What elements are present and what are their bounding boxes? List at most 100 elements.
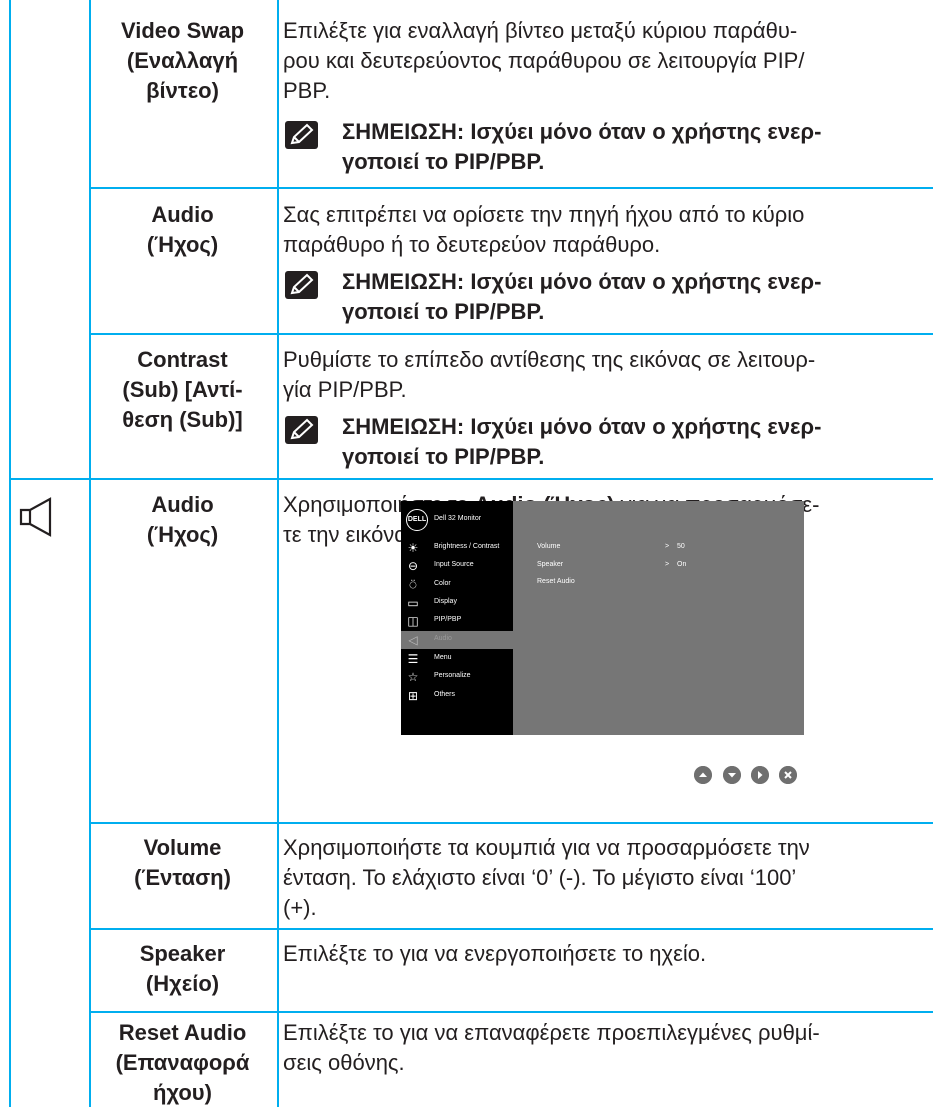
osd-menu-item-display[interactable]: ▭ Display xyxy=(401,594,513,612)
input-source-icon: ⊖ xyxy=(407,559,419,573)
audio-icon: ◁ xyxy=(408,633,418,647)
note-line: ΣΗΜΕΙΩΣΗ: Ισχύει μόνο όταν ο χρήστης ενε… xyxy=(342,414,822,439)
row-divider xyxy=(89,928,933,930)
osd-menu-label: Display xyxy=(434,598,457,605)
note-text: ΣΗΜΕΙΩΣΗ: Ισχύει μόνο όταν ο χρήστης ενε… xyxy=(342,117,922,177)
name-line: (Ένταση) xyxy=(134,865,231,890)
osd-sidebar: DELL Dell 32 Monitor ☀ Brightness / Cont… xyxy=(401,501,513,735)
note-line: γοποιεί το PIP/PBP. xyxy=(342,444,545,469)
osd-setting-label: Speaker xyxy=(537,561,564,568)
up-icon[interactable] xyxy=(694,766,712,784)
note-line: γοποιεί το PIP/PBP. xyxy=(342,149,545,174)
row-description: Επιλέξτε για εναλλαγή βίντεο μεταξύ κύρι… xyxy=(283,16,923,106)
osd-menu-item-brightness[interactable]: ☀ Brightness / Contrast xyxy=(401,539,513,557)
note-text: ΣΗΜΕΙΩΣΗ: Ισχύει μόνο όταν ο χρήστης ενε… xyxy=(342,412,922,472)
desc-line: Σας επιτρέπει να ορίσετε την πηγή ήχου α… xyxy=(283,202,805,227)
row-description: Σας επιτρέπει να ορίσετε την πηγή ήχου α… xyxy=(283,200,923,260)
name-line: (Sub) [Αντί- xyxy=(122,377,243,402)
note-pencil-icon xyxy=(285,121,318,149)
name-column-divider xyxy=(277,0,279,1107)
osd-setting-arrow: > xyxy=(665,543,670,550)
osd-menu-label: Color xyxy=(434,580,451,587)
icon-column-divider xyxy=(89,0,91,1107)
osd-menu-item-color[interactable]: ⍥ Color xyxy=(401,576,513,594)
row-divider xyxy=(9,478,933,480)
dell-logo: DELL xyxy=(406,509,428,531)
osd-setting-reset-audio[interactable]: Reset Audio xyxy=(537,578,787,590)
osd-menu-label: Brightness / Contrast xyxy=(434,543,500,550)
osd-menu-label: Personalize xyxy=(434,672,471,679)
name-line: ήχου) xyxy=(153,1080,212,1105)
name-line: (Ηχείο) xyxy=(145,971,220,996)
desc-line: Επιλέξτε το για να επαναφέρετε προεπιλεγ… xyxy=(283,1020,820,1045)
row-name: Volume (Ένταση) xyxy=(93,833,272,893)
desc-line: Χρησιμοποιήστε τα κουμπιά για να προσαρμ… xyxy=(283,835,810,860)
desc-line: ένταση. Το ελάχιστο είναι ‘0’ (-). Το μέ… xyxy=(283,865,797,890)
color-icon: ⍥ xyxy=(409,578,417,592)
osd-setting-value: 50 xyxy=(677,543,685,550)
brightness-icon: ☀ xyxy=(407,541,419,555)
name-line: Contrast xyxy=(137,347,228,372)
osd-menu-label: Audio xyxy=(434,635,452,642)
desc-line: Επιλέξτε για εναλλαγή βίντεο μεταξύ κύρι… xyxy=(283,18,798,43)
desc-line: σεις οθόνης. xyxy=(283,1050,405,1075)
name-line: (Ήχος) xyxy=(146,522,219,547)
row-description: Επιλέξτε το για να ενεργοποιήσετε το ηχε… xyxy=(283,939,923,969)
osd-menu-item-others[interactable]: ⊞ Others xyxy=(401,687,513,705)
name-line: θεση (Sub)] xyxy=(122,407,243,432)
name-line: βίντεο) xyxy=(146,78,219,103)
note-pencil-icon xyxy=(285,271,318,299)
desc-line: Επιλέξτε το για να ενεργοποιήσετε το ηχε… xyxy=(283,941,707,966)
osd-setting-speaker[interactable]: Speaker > On xyxy=(537,561,787,573)
name-line: Audio xyxy=(151,202,214,227)
row-name: Video Swap (Εναλλαγή βίντεο) xyxy=(93,16,272,106)
note-pencil-icon xyxy=(285,416,318,444)
osd-menu-item-input-source[interactable]: ⊖ Input Source xyxy=(401,557,513,575)
name-line: (Επαναφορά xyxy=(115,1050,250,1075)
right-icon[interactable] xyxy=(751,766,769,784)
row-description: Χρησιμοποιήστε τα κουμπιά για να προσαρμ… xyxy=(283,833,923,923)
osd-setting-label: Volume xyxy=(537,543,561,550)
osd-menu-label: Others xyxy=(434,691,456,698)
personalize-icon: ☆ xyxy=(407,670,419,684)
osd-menu-item-pip-pbp[interactable]: ◫ PIP/PBP xyxy=(401,612,513,630)
row-name: Audio (Ήχος) xyxy=(93,490,272,550)
row-divider xyxy=(89,1011,933,1013)
speaker-icon xyxy=(19,497,52,537)
row-name: Reset Audio (Επαναφορά ήχου) xyxy=(93,1018,272,1108)
down-icon[interactable] xyxy=(723,766,741,784)
name-line: Volume xyxy=(143,835,222,860)
osd-menu-label: Input Source xyxy=(434,561,474,568)
row-name: Speaker (Ηχείο) xyxy=(93,939,272,999)
note-text: ΣΗΜΕΙΩΣΗ: Ισχύει μόνο όταν ο χρήστης ενε… xyxy=(342,267,922,327)
others-icon: ⊞ xyxy=(407,689,419,703)
display-icon: ▭ xyxy=(407,596,419,610)
desc-line: ρου και δευτερεύοντος παράθυρου σε λειτο… xyxy=(283,48,805,73)
name-line: Audio xyxy=(151,492,214,517)
osd-menu-item-personalize[interactable]: ☆ Personalize xyxy=(401,668,513,686)
pip-pbp-icon: ◫ xyxy=(407,614,419,628)
osd-menu-item-menu[interactable]: ☰ Menu xyxy=(401,650,513,668)
note-line: ΣΗΜΕΙΩΣΗ: Ισχύει μόνο όταν ο χρήστης ενε… xyxy=(342,269,822,294)
osd-menu-label: Menu xyxy=(434,654,452,661)
desc-line: γία PIP/PBP. xyxy=(283,377,407,402)
osd-menu: DELL Dell 32 Monitor ☀ Brightness / Cont… xyxy=(401,501,804,735)
table-left-border xyxy=(9,0,11,1107)
osd-setting-value: On xyxy=(677,561,687,568)
desc-line: Ρυθμίστε το επίπεδο αντίθεσης της εικόνα… xyxy=(283,347,816,372)
note-line: ΣΗΜΕΙΩΣΗ: Ισχύει μόνο όταν ο χρήστης ενε… xyxy=(342,119,822,144)
row-divider xyxy=(89,187,933,189)
name-line: Video Swap xyxy=(120,18,245,43)
osd-title: Dell 32 Monitor xyxy=(434,515,482,522)
name-line: (Ήχος) xyxy=(146,232,219,257)
row-description: Ρυθμίστε το επίπεδο αντίθεσης της εικόνα… xyxy=(283,345,923,405)
osd-menu-item-audio[interactable]: ◁ Audio xyxy=(401,631,513,649)
row-divider xyxy=(89,822,933,824)
note-line: γοποιεί το PIP/PBP. xyxy=(342,299,545,324)
close-icon[interactable] xyxy=(779,766,797,784)
osd-menu-label: PIP/PBP xyxy=(434,616,462,623)
row-name: Contrast (Sub) [Αντί- θεση (Sub)] xyxy=(93,345,272,435)
name-line: (Εναλλαγή xyxy=(126,48,239,73)
osd-setting-volume[interactable]: Volume > 50 xyxy=(537,543,787,555)
row-description: Επιλέξτε το για να επαναφέρετε προεπιλεγ… xyxy=(283,1018,923,1078)
